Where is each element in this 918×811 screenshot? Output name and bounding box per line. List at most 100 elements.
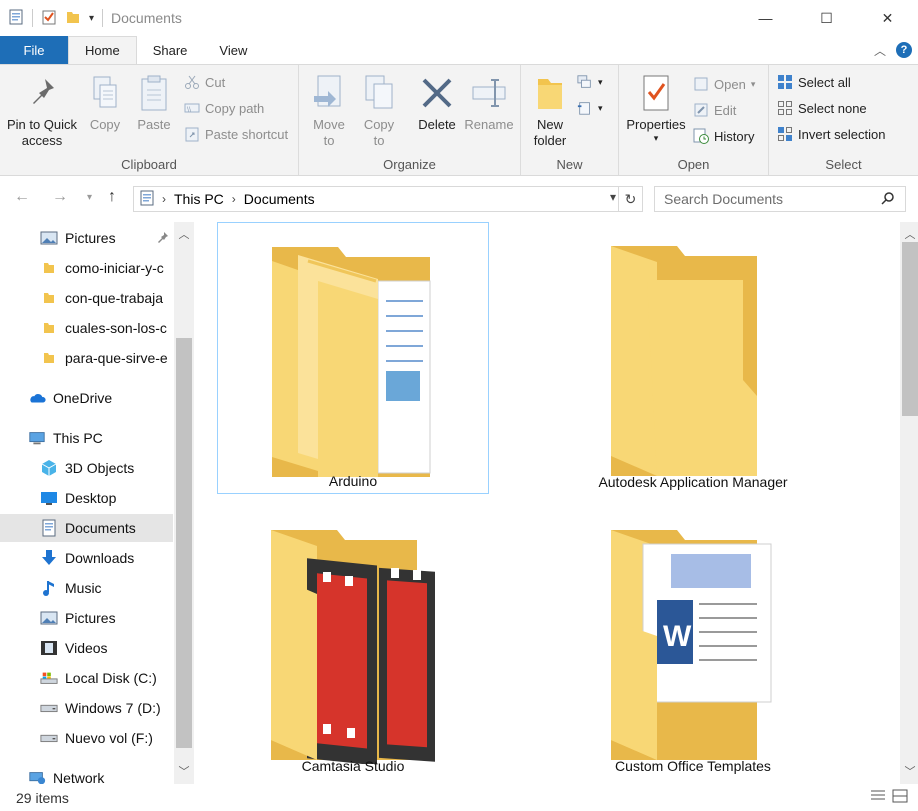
nav-item-label: con-que-trabaja: [65, 290, 164, 306]
recent-locations-chevron-icon[interactable]: ▾: [87, 192, 92, 203]
breadcrumb-chevron-icon[interactable]: ›: [232, 192, 236, 206]
clipboard-group: Pin to Quick access Copy Paste Cut \\ Co…: [0, 65, 299, 175]
edit-icon: [693, 102, 709, 118]
paste-icon: [134, 71, 174, 115]
properties-button[interactable]: Properties ▾: [623, 71, 689, 143]
tab-view[interactable]: View: [203, 36, 263, 64]
new-item-dropdown-icon: ▾: [598, 76, 603, 87]
minimize-button[interactable]: —: [735, 0, 796, 36]
easy-access-button[interactable]: ▾: [577, 97, 603, 119]
forward-arrow-icon[interactable]: →: [52, 188, 68, 206]
open-button[interactable]: Open ▾: [693, 73, 755, 95]
folder-item-custom-office-templates[interactable]: W Custom Office Templates: [557, 506, 829, 778]
back-arrow-icon[interactable]: ←: [14, 188, 30, 206]
scroll-down-icon[interactable]: ﹀: [174, 763, 194, 779]
window-title: Documents: [111, 10, 182, 26]
tab-home[interactable]: Home: [68, 36, 137, 64]
scroll-up-icon[interactable]: ︿: [900, 226, 918, 242]
refresh-icon[interactable]: ↻: [618, 187, 642, 211]
details-view-icon[interactable]: [870, 789, 886, 806]
content-scrollbar[interactable]: ︿ ﹀: [900, 222, 918, 784]
maximize-button[interactable]: ☐: [796, 0, 857, 36]
copy-button[interactable]: Copy: [86, 71, 124, 133]
breadcrumb-chevron-icon[interactable]: ›: [162, 192, 166, 206]
nav-scrollbar[interactable]: ︿ ﹀: [174, 222, 194, 784]
pin-to-quick-access-button[interactable]: Pin to Quick access: [6, 71, 78, 149]
nav-item-label: como-iniciar-y-c: [65, 260, 164, 276]
invert-selection-button[interactable]: Invert selection: [777, 123, 885, 145]
address-dropdown-icon[interactable]: ▾: [610, 190, 616, 204]
history-icon: [693, 128, 709, 144]
drive-icon: [40, 699, 58, 717]
new-group: New folder ▾ ▾ New: [521, 65, 619, 175]
folder-icon: [40, 319, 58, 337]
nav-item-3d-objects[interactable]: 3D Objects: [0, 454, 173, 482]
edit-button[interactable]: Edit: [693, 99, 736, 121]
copy-path-button[interactable]: \\ Copy path: [184, 97, 264, 119]
nav-item-network[interactable]: Network: [0, 764, 173, 784]
scroll-down-icon[interactable]: ﹀: [900, 763, 918, 779]
copy-to-button[interactable]: Copy to: [359, 71, 399, 149]
3d-objects-icon: [40, 459, 58, 477]
nav-item-con-que-trabaja[interactable]: con-que-trabaja: [0, 284, 173, 312]
select-none-button[interactable]: Select none: [777, 97, 867, 119]
customize-qa-dropdown-icon[interactable]: ▾: [89, 13, 94, 24]
copy-to-label-line1: Copy: [363, 117, 395, 132]
close-button[interactable]: ✕: [857, 0, 918, 36]
open-icon: [693, 76, 709, 92]
onedrive-icon: [28, 389, 46, 407]
address-bar[interactable]: › This PC › Documents ▾ ↻: [133, 186, 643, 212]
collapse-ribbon-icon[interactable]: ︿: [874, 42, 886, 59]
properties-qa-icon[interactable]: [41, 9, 57, 28]
drive-icon: [40, 729, 58, 747]
nav-item-para-que-sirve-e[interactable]: para-que-sirve-e: [0, 344, 173, 372]
search-input[interactable]: Search Documents: [654, 186, 906, 212]
large-icons-view-icon[interactable]: [892, 789, 908, 806]
nav-item-pictures[interactable]: Pictures: [0, 604, 173, 632]
cut-button[interactable]: Cut: [184, 71, 225, 93]
nav-item-label: para-que-sirve-e: [65, 350, 168, 366]
nav-scrollbar-thumb[interactable]: [176, 338, 192, 748]
help-icon[interactable]: ?: [896, 42, 912, 58]
new-folder-qa-icon[interactable]: [65, 9, 81, 28]
nav-item-label: Documents: [65, 520, 136, 536]
breadcrumb-documents[interactable]: Documents: [244, 191, 315, 207]
nav-item-this-pc[interactable]: This PC: [0, 424, 173, 452]
documents-icon: [40, 519, 58, 537]
paste-shortcut-button[interactable]: Paste shortcut: [184, 123, 288, 145]
new-folder-button[interactable]: New folder: [529, 71, 571, 149]
nav-item-pictures[interactable]: Pictures: [0, 224, 173, 252]
select-all-button[interactable]: Select all: [777, 71, 851, 93]
nav-item-local-disk-c[interactable]: Local Disk (C:): [0, 664, 173, 692]
move-to-button[interactable]: Move to: [309, 71, 349, 149]
documents-location-icon: [140, 190, 154, 209]
breadcrumb-this-pc[interactable]: This PC: [174, 191, 224, 207]
nav-item-music[interactable]: Music: [0, 574, 173, 602]
nav-item-cuales-son-los-c[interactable]: cuales-son-los-c: [0, 314, 173, 342]
nav-item-windows-7-d[interactable]: Windows 7 (D:): [0, 694, 173, 722]
nav-item-como-iniciar-y-c[interactable]: como-iniciar-y-c: [0, 254, 173, 282]
copy-icon: [85, 71, 125, 115]
nav-item-documents[interactable]: Documents: [0, 514, 173, 542]
scroll-up-icon[interactable]: ︿: [174, 226, 194, 242]
nav-item-desktop[interactable]: Desktop: [0, 484, 173, 512]
folder-item-arduino[interactable]: Arduino: [217, 222, 489, 494]
up-arrow-icon[interactable]: ↑: [108, 188, 116, 206]
nav-item-label: OneDrive: [53, 390, 113, 406]
new-item-button[interactable]: ▾: [577, 71, 603, 93]
tab-share[interactable]: Share: [137, 36, 204, 64]
history-button[interactable]: History: [693, 125, 754, 147]
nav-item-downloads[interactable]: Downloads: [0, 544, 173, 572]
status-bar: 29 items: [0, 784, 918, 811]
content-scrollbar-thumb[interactable]: [902, 242, 918, 416]
folder-item-camtasia-studio[interactable]: Camtasia Studio: [217, 506, 489, 778]
nav-item-nuevo-vol-f[interactable]: Nuevo vol (F:): [0, 724, 173, 752]
folder-item-autodesk-application-manager[interactable]: Autodesk Application Manager: [557, 222, 829, 494]
delete-button[interactable]: Delete: [415, 71, 459, 133]
paste-button[interactable]: Paste: [134, 71, 174, 133]
nav-item-onedrive[interactable]: OneDrive: [0, 384, 173, 412]
nav-item-videos[interactable]: Videos: [0, 634, 173, 662]
tab-file[interactable]: File: [0, 36, 68, 64]
rename-button[interactable]: Rename: [463, 71, 515, 133]
copy-label: Copy: [89, 117, 121, 132]
